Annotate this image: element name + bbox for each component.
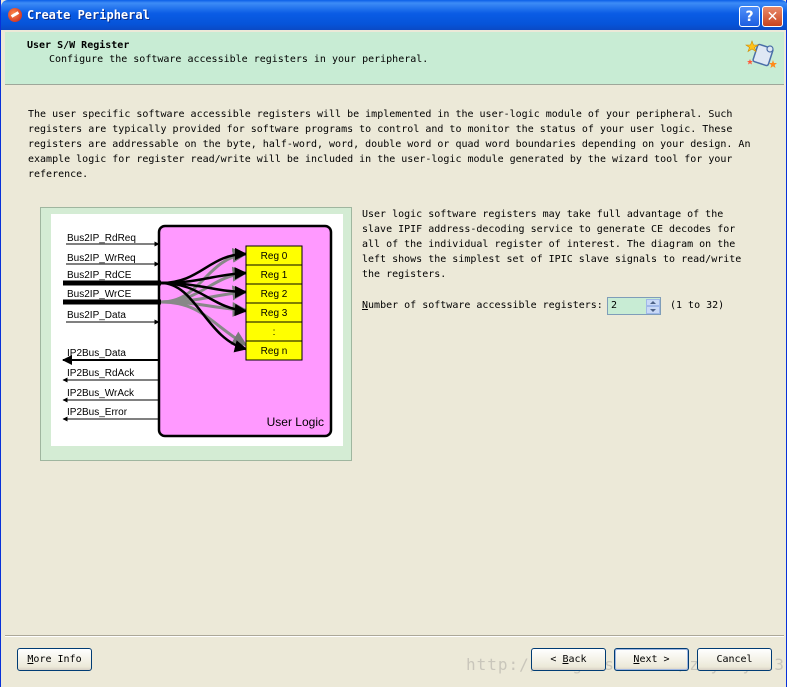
- page-subtitle: Configure the software accessible regist…: [49, 54, 429, 65]
- user-logic-block: [157, 224, 333, 438]
- page-title: User S/W Register: [27, 40, 130, 51]
- signal-label: Bus2IP_RdCE: [67, 270, 132, 281]
- register-count-label: Number of software accessible registers:: [362, 300, 603, 311]
- more-info-button[interactable]: More Info: [17, 648, 92, 671]
- help-button[interactable]: ?: [739, 6, 760, 27]
- signal-label: Bus2IP_RdReq: [67, 233, 136, 244]
- app-icon: [8, 8, 22, 22]
- close-icon: ✕: [766, 9, 779, 25]
- next-button[interactable]: Next >: [614, 648, 689, 671]
- footer-divider: [5, 635, 784, 637]
- register-count-range: (1 to 32): [670, 300, 725, 311]
- wizard-header: User S/W Register Configure the software…: [5, 32, 784, 85]
- register-count-value: 2: [611, 300, 618, 311]
- signal-label: IP2Bus_RdAck: [67, 368, 135, 379]
- spin-up-button[interactable]: [646, 299, 660, 306]
- wizard-window: Create Peripheral ? ✕ User S/W Register …: [0, 0, 787, 687]
- register-label: :: [273, 327, 276, 338]
- register-label: Reg 2: [261, 289, 288, 300]
- register-label: Reg n: [261, 346, 288, 357]
- register-diagram: User Logic Bus2IP_RdReq Bus2IP_WrReq Bus…: [51, 214, 343, 446]
- signal-label: Bus2IP_WrReq: [67, 253, 136, 264]
- signal-label: Bus2IP_WrCE: [67, 289, 132, 300]
- diagram-frame: User Logic Bus2IP_RdReq Bus2IP_WrReq Bus…: [40, 207, 352, 461]
- register-label: Reg 3: [261, 308, 288, 319]
- signal-label: IP2Bus_WrAck: [67, 388, 135, 399]
- signal-label: IP2Bus_Error: [67, 407, 128, 418]
- title-bar[interactable]: Create Peripheral ? ✕: [1, 0, 787, 30]
- output-signals: IP2Bus_Data IP2Bus_RdAck IP2Bus_WrAck IP…: [62, 348, 159, 422]
- help-icon: ?: [745, 9, 754, 25]
- spin-down-button[interactable]: [646, 306, 660, 314]
- cancel-button[interactable]: Cancel: [697, 648, 772, 671]
- user-logic-label: User Logic: [267, 415, 324, 429]
- register-count-spinner[interactable]: 2: [607, 297, 661, 315]
- description-text: The user specific software accessible re…: [28, 109, 751, 180]
- wizard-puzzle-icon: [745, 40, 777, 68]
- register-stack: Reg 0 Reg 1 Reg 2 Reg 3 : Reg n: [245, 245, 303, 361]
- back-button[interactable]: < Back: [531, 648, 606, 671]
- input-signals: Bus2IP_RdReq Bus2IP_WrReq Bus2IP_RdCE Bu…: [63, 233, 161, 325]
- register-count-row: Number of software accessible registers:…: [362, 297, 762, 319]
- register-label: Reg 1: [261, 270, 288, 281]
- side-description: User logic software registers may take f…: [362, 209, 742, 280]
- signal-label: Bus2IP_Data: [67, 310, 126, 321]
- register-label: Reg 0: [261, 251, 288, 262]
- signal-label: IP2Bus_Data: [67, 348, 126, 359]
- close-button[interactable]: ✕: [762, 6, 783, 27]
- window-title: Create Peripheral: [27, 8, 150, 22]
